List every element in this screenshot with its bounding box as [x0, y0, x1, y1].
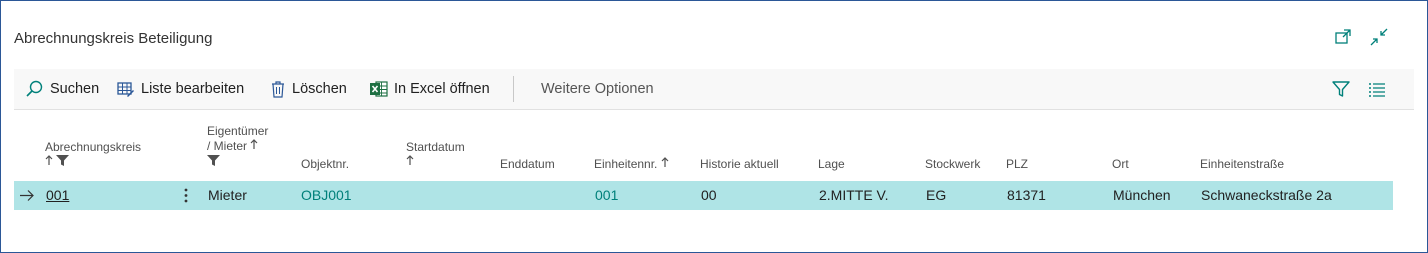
toolbar-separator	[513, 76, 514, 102]
excel-icon	[370, 81, 388, 97]
sort-ascending-icon	[406, 155, 414, 170]
cell-stockwerk[interactable]: EG	[926, 181, 946, 210]
filter-icon	[56, 155, 70, 170]
column-header-enddatum[interactable]: Enddatum	[500, 157, 555, 172]
edit-list-button[interactable]: Liste bearbeiten	[117, 69, 244, 109]
column-header-label: / Mieter	[207, 139, 248, 153]
column-header-label: Startdatum	[406, 140, 465, 154]
sort-ascending-icon	[45, 155, 53, 170]
page-title: Abrechnungskreis Beteiligung	[14, 30, 213, 47]
page-frame: Abrechnungskreis Beteiligung Suchen List…	[0, 0, 1428, 253]
filter-icon	[207, 154, 220, 170]
search-button[interactable]: Suchen	[24, 69, 99, 109]
row-actions-menu-icon[interactable]	[179, 181, 193, 210]
cell-lage[interactable]: 2.MITTE V.	[819, 181, 889, 210]
column-header-ort[interactable]: Ort	[1112, 157, 1129, 172]
edit-list-label: Liste bearbeiten	[141, 81, 245, 97]
column-header-einheitenstrasse[interactable]: Einheitenstraße	[1200, 157, 1284, 172]
column-header-lage[interactable]: Lage	[818, 157, 845, 172]
excel-label: In Excel öffnen	[394, 81, 490, 97]
list-view-button[interactable]	[1367, 79, 1387, 104]
filter-button[interactable]	[1331, 79, 1351, 104]
action-toolbar: Suchen Liste bearbeiten Löschen In Excel…	[14, 69, 1414, 110]
cell-objektnr[interactable]: OBJ001	[301, 181, 352, 210]
cell-plz[interactable]: 81371	[1007, 181, 1046, 210]
search-label: Suchen	[50, 81, 100, 97]
column-header-plz[interactable]: PLZ	[1006, 157, 1028, 172]
cell-einheitennr[interactable]: 001	[595, 181, 618, 210]
collapse-icon[interactable]	[1369, 27, 1389, 47]
column-header-objektnr[interactable]: Objektnr.	[301, 157, 349, 172]
sort-ascending-icon	[250, 139, 258, 154]
list-icon	[1369, 83, 1385, 97]
column-header-label: Abrechnungskreis	[45, 140, 142, 154]
column-header-label: Einheitennr.	[594, 157, 658, 171]
window-controls	[1333, 27, 1389, 47]
delete-button[interactable]: Löschen	[270, 69, 347, 109]
open-in-excel-button[interactable]: In Excel öffnen	[370, 69, 490, 109]
column-header-einheitennr[interactable]: Einheitennr.	[594, 157, 669, 172]
sort-ascending-icon	[661, 157, 669, 172]
column-header-abrechnungskreis[interactable]: Abrechnungskreis	[45, 140, 141, 170]
cell-eigentuemer-mieter[interactable]: Mieter	[208, 181, 247, 210]
column-header-stockwerk[interactable]: Stockwerk	[925, 157, 980, 172]
cell-historie-aktuell[interactable]: 00	[701, 181, 717, 210]
edit-list-icon	[117, 82, 134, 97]
cell-ort[interactable]: München	[1113, 181, 1171, 210]
search-icon	[26, 80, 43, 97]
row-selection-arrow-icon[interactable]	[19, 181, 35, 210]
column-header-startdatum[interactable]: Startdatum	[406, 140, 465, 170]
cell-abrechnungskreis[interactable]: 001	[46, 181, 69, 210]
column-header-label: Eigentümer	[207, 124, 269, 138]
more-options-button[interactable]: Weitere Optionen	[541, 69, 654, 109]
column-header-historie-aktuell[interactable]: Historie aktuell	[700, 157, 779, 172]
trash-icon	[272, 81, 284, 98]
delete-label: Löschen	[292, 81, 347, 97]
filter-icon	[1332, 81, 1350, 97]
cell-einheitenstrasse[interactable]: Schwaneckstraße 2a	[1201, 181, 1332, 210]
more-options-label: Weitere Optionen	[541, 81, 654, 97]
column-header-eigentuemer-mieter[interactable]: Eigentümer / Mieter	[207, 124, 268, 170]
table-row[interactable]: 001 Mieter OBJ001 001 00 2.MITTE V. EG 8…	[14, 181, 1393, 210]
open-in-new-window-icon[interactable]	[1333, 27, 1353, 47]
